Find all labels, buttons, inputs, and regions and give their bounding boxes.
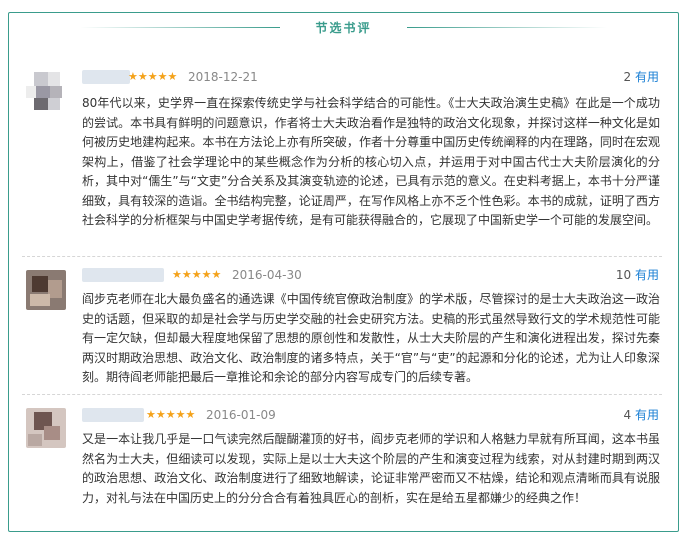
avatar[interactable] xyxy=(26,408,66,448)
username[interactable] xyxy=(82,70,130,84)
review-text: 80年代以来，史学界一直在探索传统史学与社会科学结合的可能性。《士大夫政治演生史… xyxy=(82,96,660,227)
rating-stars: ★★★★★ xyxy=(172,268,222,281)
avatar[interactable] xyxy=(26,270,66,310)
divider xyxy=(22,394,662,395)
useful-vote-button[interactable]: 4 有用 xyxy=(624,408,659,422)
review-date: 2016-01-09 xyxy=(206,408,276,422)
review-item: ★★★★★ 2016-04-30 10 有用 阎步克老师在北大最负盛名的通选课《… xyxy=(22,268,667,388)
review-text: 又是一本让我几乎是一口气读完然后醍醐灌顶的好书，阎步克老师的学识和人格魅力早就有… xyxy=(82,432,660,505)
vote-label: 有用 xyxy=(634,268,659,282)
vote-label: 有用 xyxy=(634,408,659,422)
review-date: 2016-04-30 xyxy=(232,268,302,282)
rating-stars: ★★★★★ xyxy=(146,408,196,421)
vote-count: 10 xyxy=(615,268,632,282)
username[interactable] xyxy=(82,268,164,282)
username[interactable] xyxy=(82,408,144,422)
useful-vote-button[interactable]: 10 有用 xyxy=(616,268,659,282)
review-date: 2018-12-21 xyxy=(188,70,258,84)
vote-count: 2 xyxy=(623,70,632,84)
review-item: ★★★★★ 2016-01-09 4 有用 又是一本让我几乎是一口气读完然后醍醐… xyxy=(22,408,667,518)
divider xyxy=(22,256,662,257)
vote-label: 有用 xyxy=(634,70,659,84)
vote-count: 4 xyxy=(623,408,632,422)
rating-stars: ★★★★★ xyxy=(128,70,178,83)
review-text: 阎步克老师在北大最负盛名的通选课《中国传统官僚政治制度》的学术版，尽管探讨的是士… xyxy=(82,292,660,384)
review-item: ★★★★★ 2018-12-21 2 有用 80年代以来，史学界一直在探索传统史… xyxy=(22,70,667,250)
useful-vote-button[interactable]: 2 有用 xyxy=(624,70,659,84)
avatar[interactable] xyxy=(26,72,66,112)
